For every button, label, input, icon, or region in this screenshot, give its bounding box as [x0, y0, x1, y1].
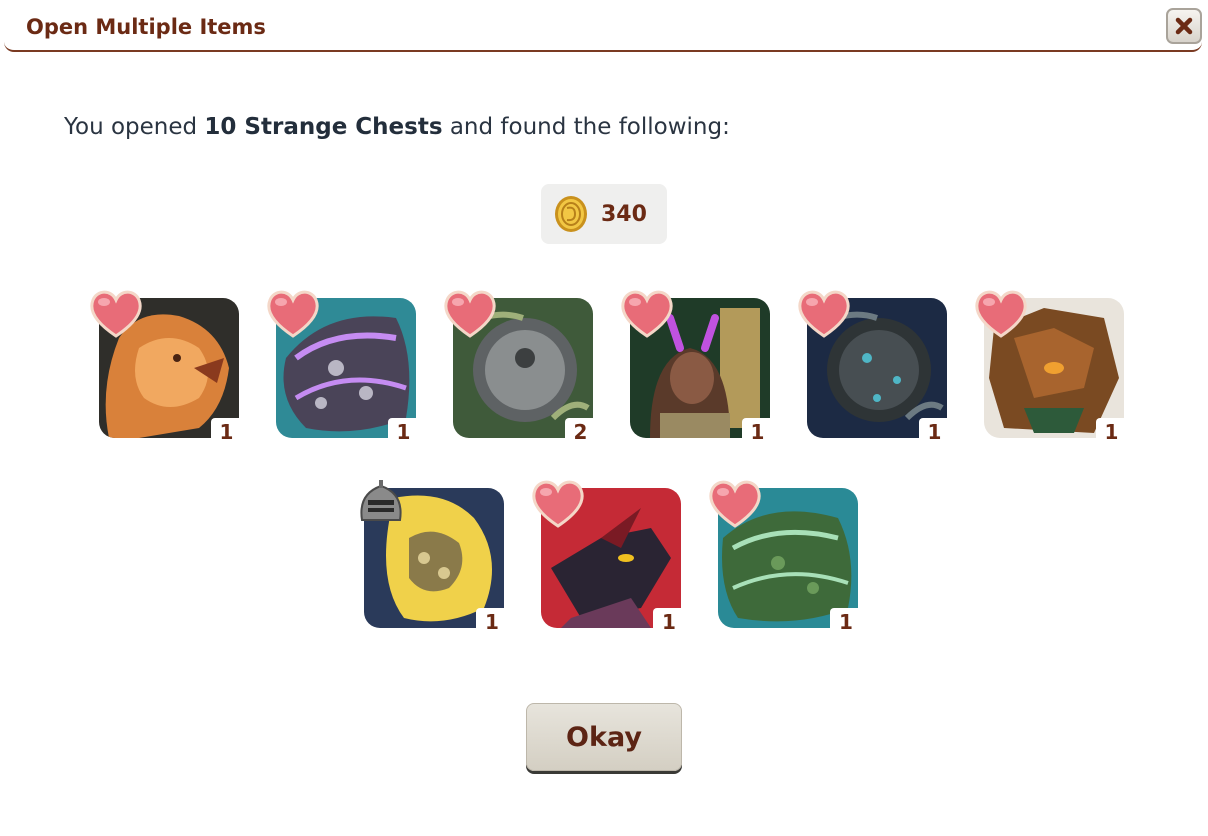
- item-tile[interactable]: 2: [441, 286, 597, 446]
- item-quantity: 1: [387, 418, 420, 444]
- open-multiple-items-dialog: Open Multiple Items You opened 10 Strang…: [0, 0, 1208, 836]
- item-tile[interactable]: 1: [264, 286, 420, 446]
- item-tile[interactable]: 1: [706, 476, 862, 636]
- item-tile[interactable]: 1: [972, 286, 1128, 446]
- gold-coin-icon: [555, 196, 587, 232]
- result-suffix: and found the following:: [442, 114, 730, 140]
- coin-amount: 340: [601, 201, 647, 227]
- favorite-heart-icon[interactable]: [706, 476, 764, 530]
- dialog-titlebar: Open Multiple Items: [4, 0, 1202, 52]
- opened-item-count: 10 Strange Chests: [204, 114, 443, 140]
- item-tile[interactable]: 1: [618, 286, 774, 446]
- favorite-heart-icon[interactable]: [795, 286, 853, 340]
- dialog-title: Open Multiple Items: [26, 15, 266, 39]
- item-quantity: 1: [741, 418, 774, 444]
- okay-button[interactable]: Okay: [526, 703, 682, 771]
- item-quantity: 1: [1095, 418, 1128, 444]
- result-message: You opened 10 Strange Chests and found t…: [64, 114, 730, 140]
- close-button[interactable]: [1166, 8, 1202, 44]
- favorite-heart-icon[interactable]: [87, 286, 145, 340]
- item-tile[interactable]: 1: [529, 476, 685, 636]
- item-quantity: 2: [564, 418, 597, 444]
- favorite-heart-icon[interactable]: [441, 286, 499, 340]
- coins-reward: 340: [541, 184, 667, 244]
- close-x-icon: [1175, 17, 1193, 35]
- favorite-heart-icon[interactable]: [618, 286, 676, 340]
- favorite-heart-icon[interactable]: [972, 286, 1030, 340]
- items-row-2: 1 1 1: [0, 476, 1208, 636]
- item-quantity: 1: [830, 608, 862, 634]
- items-row-1: 1 1 2 1 1 1: [0, 286, 1208, 446]
- item-tile[interactable]: 1: [87, 286, 243, 446]
- item-quantity: 1: [210, 418, 243, 444]
- item-quantity: 1: [918, 418, 951, 444]
- item-tile[interactable]: 1: [352, 476, 508, 636]
- favorite-heart-icon[interactable]: [264, 286, 322, 340]
- favorite-heart-icon[interactable]: [529, 476, 587, 530]
- item-quantity: 1: [653, 608, 685, 634]
- item-tile[interactable]: 1: [795, 286, 951, 446]
- result-prefix: You opened: [64, 114, 205, 140]
- knight-helmet-icon: [360, 480, 402, 521]
- item-quantity: 1: [476, 608, 508, 634]
